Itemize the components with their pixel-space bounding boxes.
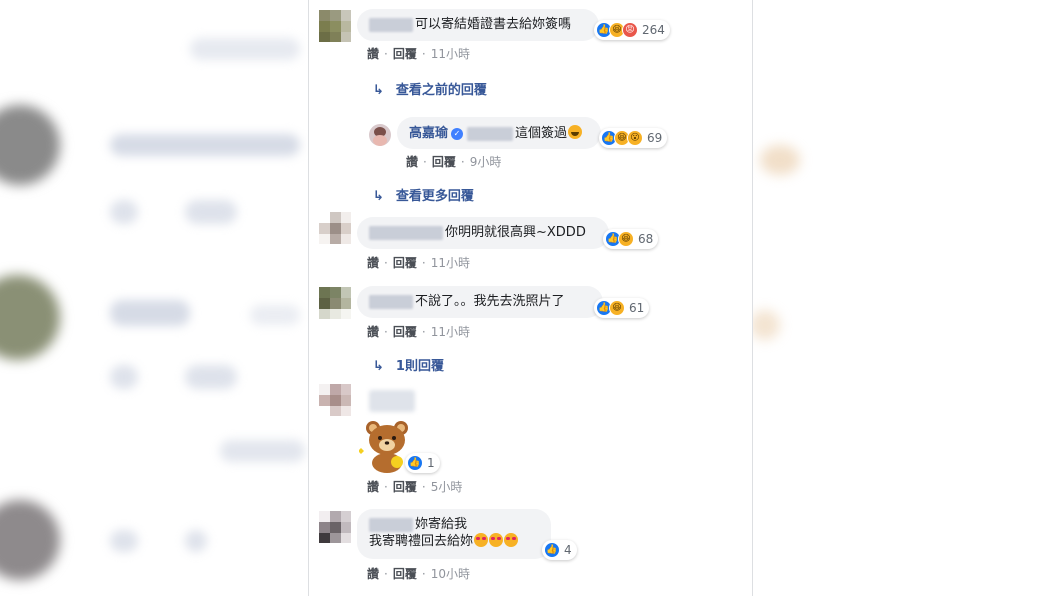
timestamp[interactable]: 5小時 <box>431 480 463 494</box>
heart-eyes-emoji <box>489 533 504 547</box>
blurred-text <box>110 200 138 224</box>
like-link[interactable]: 讚 <box>406 155 418 169</box>
like-reaction-icon: 👍 <box>544 542 560 558</box>
avatar[interactable] <box>319 212 351 244</box>
redacted-name <box>369 390 415 412</box>
reactions-summary[interactable]: 👍 😆 😮 69 <box>599 128 668 148</box>
reply-arrow-icon: ↳ <box>373 189 384 204</box>
comment-actions: 讚 · 回覆 · 11小時 <box>367 325 470 339</box>
blurred-text <box>110 530 138 552</box>
reactions-summary[interactable]: 👍 4 <box>542 540 577 560</box>
blurred-avatar <box>0 105 60 185</box>
blurred-text <box>110 134 300 156</box>
reply-actions: 讚 · 回覆 · 9小時 <box>406 155 502 169</box>
comment-panel: 可以寄結婚證書去給妳簽嗎 👍 😆 😡 264 讚 · 回覆 · 11小時 ↳ 查看之前的回… <box>308 0 753 596</box>
reply-link[interactable]: 回覆 <box>432 155 456 169</box>
reply-link[interactable]: 回覆 <box>393 256 417 270</box>
blurred-text <box>185 365 237 389</box>
redacted-name <box>369 517 413 532</box>
like-link[interactable]: 讚 <box>367 325 379 339</box>
timestamp[interactable]: 11小時 <box>431 325 470 339</box>
reply-arrow-icon: ↳ <box>373 359 384 374</box>
reactions-summary[interactable]: 👍 😆 68 <box>603 229 659 249</box>
view-more-replies-link[interactable]: ↳ 查看更多回覆 <box>373 185 474 204</box>
like-link[interactable]: 讚 <box>367 256 379 270</box>
blurred-text <box>110 300 190 326</box>
blurred-text <box>110 365 138 389</box>
blurred-avatar <box>0 500 60 580</box>
blurred-text <box>220 440 305 462</box>
comment-actions: 讚 · 回覆 · 5小時 <box>367 480 463 494</box>
reactions-summary[interactable]: 👍 1 <box>405 453 440 473</box>
reply-text: 這個簽過 <box>515 126 568 141</box>
view-previous-replies-link[interactable]: ↳ 查看之前的回覆 <box>373 79 487 98</box>
avatar[interactable] <box>319 511 351 543</box>
reactions-count: 264 <box>642 23 665 37</box>
redacted-tag <box>467 126 514 141</box>
timestamp[interactable]: 9小時 <box>470 155 502 169</box>
blurred-text <box>185 200 237 224</box>
verified-badge-icon: ✓ <box>451 128 464 140</box>
comment-bubble: 可以寄結婚證書去給妳簽嗎 <box>357 9 599 41</box>
avatar[interactable] <box>319 384 351 416</box>
timestamp[interactable]: 11小時 <box>431 256 470 270</box>
blurred-text <box>250 305 300 325</box>
comment-bubble: 妳寄給我 我寄聘禮回去給妳 <box>357 509 551 559</box>
comment-bubble: 你明明就很高興~XDDD <box>357 217 609 249</box>
laugh-emoji <box>568 125 583 139</box>
comment-actions: 讚 · 回覆 · 11小時 <box>367 256 470 270</box>
reactions-count: 61 <box>629 301 645 315</box>
like-reaction-icon: 👍 <box>407 455 423 471</box>
angry-reaction-icon: 😡 <box>622 22 638 38</box>
blurred-text <box>190 38 300 60</box>
reply-link[interactable]: 回覆 <box>393 567 417 581</box>
blurred-reaction <box>750 310 780 340</box>
comment-text: 可以寄結婚證書去給妳簽嗎 <box>415 17 572 32</box>
avatar[interactable] <box>319 287 351 319</box>
blurred-text <box>185 530 207 552</box>
comment-actions: 讚 · 回覆 · 10小時 <box>367 567 470 581</box>
reactions-count: 4 <box>564 543 572 557</box>
like-link[interactable]: 讚 <box>367 567 379 581</box>
avatar[interactable] <box>319 10 351 42</box>
redacted-name <box>369 17 413 32</box>
commenter-name[interactable]: 高嘉瑜 <box>409 126 448 141</box>
timestamp[interactable]: 10小時 <box>431 567 470 581</box>
reply-link[interactable]: 回覆 <box>393 480 417 494</box>
haha-reaction-icon: 😆 <box>618 231 634 247</box>
blurred-avatar <box>0 275 60 360</box>
comment-text: 不說了。。我先去洗照片了 <box>415 294 565 309</box>
reactions-count: 68 <box>638 232 654 246</box>
redacted-name <box>369 225 443 240</box>
heart-eyes-emoji <box>504 533 519 547</box>
one-reply-link[interactable]: ↳ 1則回覆 <box>373 355 444 374</box>
comment-bubble: 不說了。。我先去洗照片了 <box>357 286 603 318</box>
redacted-name <box>369 294 413 309</box>
blurred-reaction <box>760 145 800 175</box>
reactions-count: 1 <box>427 456 435 470</box>
comment-text-line1: 妳寄給我 <box>415 517 468 532</box>
reply-link[interactable]: 回覆 <box>393 47 417 61</box>
reactions-count: 69 <box>647 131 663 145</box>
reply-link[interactable]: 回覆 <box>393 325 417 339</box>
heart-eyes-emoji <box>474 533 489 547</box>
timestamp[interactable]: 11小時 <box>431 47 470 61</box>
like-link[interactable]: 讚 <box>367 47 379 61</box>
haha-reaction-icon: 😆 <box>609 300 625 316</box>
like-link[interactable]: 讚 <box>367 480 379 494</box>
comment-text: 你明明就很高興~XDDD <box>445 225 586 240</box>
reply-bubble: 高嘉瑜 ✓ 這個簽過 <box>397 117 601 149</box>
wow-reaction-icon: 😮 <box>627 130 643 146</box>
avatar[interactable] <box>369 124 391 146</box>
reactions-summary[interactable]: 👍 😆 61 <box>594 298 650 318</box>
reactions-summary[interactable]: 👍 😆 😡 264 <box>594 20 670 40</box>
comment-text-line2: 我寄聘禮回去給妳 <box>369 534 474 549</box>
reply-arrow-icon: ↳ <box>373 83 384 98</box>
comment-actions: 讚 · 回覆 · 11小時 <box>367 47 470 61</box>
